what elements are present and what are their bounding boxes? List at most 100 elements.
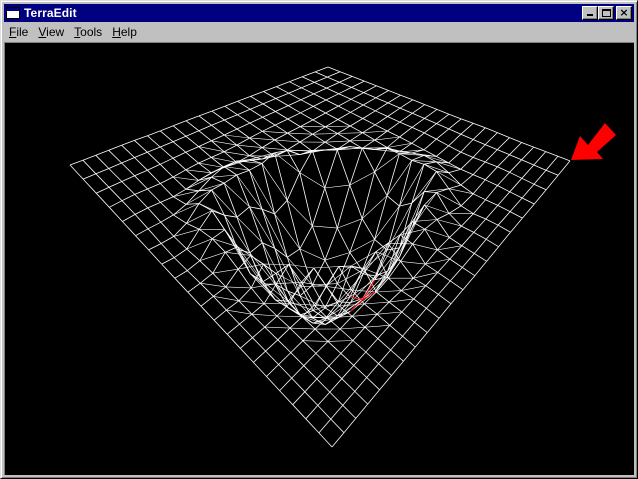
mesh-edge xyxy=(211,151,225,158)
mesh-edge xyxy=(509,137,522,143)
mesh-edge xyxy=(135,235,149,251)
mesh-edge xyxy=(387,116,400,123)
mesh-edge xyxy=(376,313,391,326)
mesh-edge xyxy=(239,323,253,338)
mesh-edge xyxy=(313,99,327,107)
mesh-edge xyxy=(108,187,123,201)
mesh-edge xyxy=(300,106,314,114)
mesh-edge xyxy=(361,195,388,219)
window-title: TerraEdit xyxy=(24,6,77,20)
mesh-edge xyxy=(363,92,376,99)
mesh-edge xyxy=(185,146,199,153)
mesh-edge xyxy=(69,159,84,166)
menu-file[interactable]: File xyxy=(4,23,33,41)
mesh-edge xyxy=(350,104,364,113)
mesh-edge xyxy=(108,181,122,188)
mesh-edge xyxy=(365,351,379,364)
minimize-button[interactable] xyxy=(582,6,598,20)
mesh-edge xyxy=(424,104,438,110)
mesh-edge xyxy=(318,432,333,448)
mesh-edge xyxy=(350,92,364,100)
mesh-edge xyxy=(172,135,187,143)
mesh-edge xyxy=(223,166,238,176)
mesh-edge xyxy=(509,159,522,173)
mesh-edge xyxy=(351,303,365,317)
menu-help[interactable]: Help xyxy=(107,23,142,41)
mesh-edge xyxy=(249,206,263,210)
mesh-edge xyxy=(314,66,329,73)
mesh-edge xyxy=(365,338,379,353)
mesh-edge xyxy=(174,270,188,279)
mesh-edge xyxy=(474,261,488,276)
mesh-edge xyxy=(274,152,288,201)
mesh-edge xyxy=(400,94,413,101)
mesh-edge xyxy=(509,171,522,179)
mesh-edge xyxy=(236,216,263,243)
mesh-edge xyxy=(198,146,212,158)
mesh-edge xyxy=(362,130,388,133)
mesh-edge xyxy=(339,81,352,88)
mesh-edge xyxy=(521,177,535,185)
mesh-edge xyxy=(148,243,162,251)
mesh-edge xyxy=(147,188,161,203)
mesh-edge xyxy=(289,327,316,330)
mesh-edge xyxy=(262,147,288,151)
mesh-edge xyxy=(325,99,339,107)
menu-tools[interactable]: Tools xyxy=(69,23,107,41)
menu-view[interactable]: View xyxy=(33,23,69,41)
mesh-edge xyxy=(237,108,251,116)
mesh-edge xyxy=(485,185,498,200)
mesh-edge xyxy=(147,183,161,190)
mesh-edge xyxy=(264,315,278,328)
mesh-edge xyxy=(274,213,301,250)
mesh-edge xyxy=(287,105,301,114)
mesh-edge xyxy=(387,94,401,104)
terrain-wireframe[interactable] xyxy=(5,43,633,474)
mesh-edge xyxy=(238,300,265,304)
mesh-edge xyxy=(108,144,122,151)
mesh-edge xyxy=(327,341,342,354)
mesh-edge xyxy=(211,119,225,126)
mesh-edge xyxy=(402,335,416,348)
mesh-edge xyxy=(362,132,376,141)
mesh-edge xyxy=(274,124,288,134)
mesh-edge xyxy=(436,109,450,115)
mesh-edge xyxy=(327,66,341,73)
close-button[interactable]: × xyxy=(616,6,632,20)
mesh-edge xyxy=(545,169,559,176)
mesh-edge xyxy=(173,214,187,224)
terrain-viewport[interactable] xyxy=(4,42,634,475)
mesh-edge xyxy=(521,146,534,161)
app-icon[interactable] xyxy=(6,7,20,19)
mesh-edge xyxy=(173,120,187,127)
mesh-edge xyxy=(324,227,338,261)
mesh-edge xyxy=(289,327,304,341)
mesh-edge xyxy=(277,327,291,341)
mesh-edge xyxy=(147,207,162,223)
mesh-edge xyxy=(351,87,364,93)
mesh-edge xyxy=(390,335,403,351)
mesh-edge xyxy=(362,139,376,149)
mesh-edge xyxy=(316,365,330,380)
mesh-edge xyxy=(366,363,379,378)
mesh-edge xyxy=(303,353,317,366)
mesh-edge xyxy=(325,125,351,128)
mesh-edge xyxy=(279,377,292,391)
title-bar[interactable]: TerraEdit × xyxy=(4,4,634,22)
maximize-button[interactable] xyxy=(598,6,614,20)
mesh-edge xyxy=(341,365,355,379)
mesh-edge xyxy=(134,194,149,209)
mesh-edge xyxy=(436,145,449,157)
mesh-edge xyxy=(82,159,97,175)
mesh-edge xyxy=(262,131,288,134)
mesh-edge xyxy=(462,275,476,290)
mesh-edge xyxy=(460,157,474,170)
mesh-edge xyxy=(224,119,238,130)
mesh-edge xyxy=(249,116,263,124)
mesh-edge xyxy=(224,105,238,116)
mesh-edge xyxy=(314,328,329,342)
mesh-edge xyxy=(252,326,266,339)
mesh-edge xyxy=(212,268,239,274)
mesh-edge xyxy=(135,228,149,237)
mesh-edge xyxy=(249,170,263,210)
